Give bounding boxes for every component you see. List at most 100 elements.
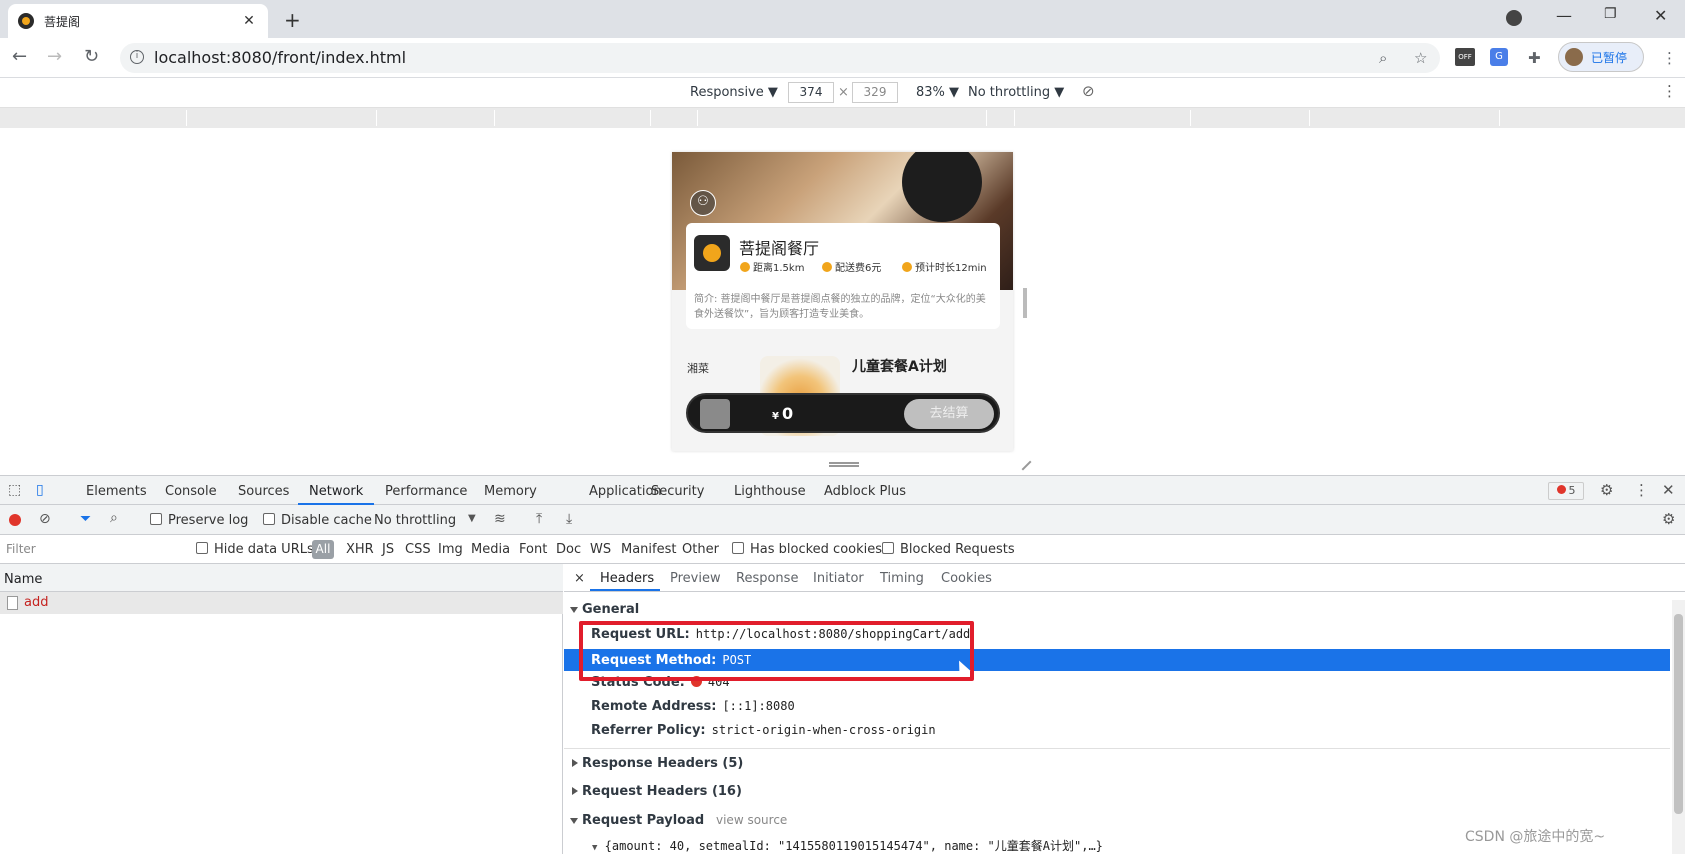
chevron-down-icon[interactable]: ▼ bbox=[468, 513, 476, 524]
tab-console[interactable]: Console bbox=[165, 484, 217, 499]
tab-cookies[interactable]: Cookies bbox=[941, 571, 992, 586]
browser-tab[interactable]: 菩提阁 ✕ bbox=[8, 4, 268, 38]
filter-css[interactable]: CSS bbox=[405, 542, 431, 557]
reload-icon[interactable]: ↻ bbox=[84, 46, 99, 67]
request-payload-toggle[interactable]: Request Payload bbox=[569, 813, 704, 828]
filter-ws[interactable]: WS bbox=[590, 542, 611, 557]
payload-preview[interactable]: ▼ {amount: 40, setmealId: "1415580119015… bbox=[592, 837, 1103, 854]
request-name[interactable]: add bbox=[24, 595, 48, 610]
device-toggle-icon[interactable]: ▯ bbox=[36, 482, 44, 498]
filter-img[interactable]: Img bbox=[438, 542, 463, 557]
filter-xhr[interactable]: XHR bbox=[346, 542, 374, 557]
import-har-icon[interactable]: ⤒ bbox=[536, 511, 542, 527]
zoom-select[interactable]: 83% ▼ bbox=[916, 85, 959, 100]
filter-icon[interactable]: ⏷ bbox=[80, 511, 91, 527]
restore-icon[interactable]: ❐ bbox=[1604, 6, 1617, 22]
network-conditions-icon[interactable]: ≋ bbox=[494, 511, 506, 527]
tab-preview[interactable]: Preview bbox=[670, 571, 721, 586]
cart-bar: ¥0 去结算 bbox=[686, 393, 1000, 433]
network-throttling-select[interactable]: No throttling bbox=[374, 513, 456, 528]
filter-input[interactable]: Filter bbox=[6, 542, 36, 556]
tab-adblock-plus[interactable]: Adblock Plus bbox=[824, 484, 906, 499]
tab-performance[interactable]: Performance bbox=[385, 484, 467, 499]
tab-elements[interactable]: Elements bbox=[86, 484, 147, 499]
tab-lighthouse[interactable]: Lighthouse bbox=[734, 484, 806, 499]
new-tab-button[interactable]: + bbox=[284, 8, 301, 32]
extension-off-icon[interactable]: OFF bbox=[1455, 48, 1475, 66]
tab-initiator[interactable]: Initiator bbox=[813, 571, 864, 586]
cart-icon[interactable] bbox=[700, 399, 730, 429]
tab-sources[interactable]: Sources bbox=[238, 484, 289, 499]
site-info-icon[interactable]: i bbox=[130, 50, 144, 64]
tab-response[interactable]: Response bbox=[736, 571, 798, 586]
search-icon[interactable]: ⌕ bbox=[110, 510, 118, 526]
viewport-width-input[interactable]: 374 bbox=[788, 82, 834, 103]
error-count-badge[interactable]: 5 bbox=[1548, 482, 1584, 500]
device-select[interactable]: Responsive ▼ bbox=[690, 85, 778, 100]
rotate-icon[interactable]: ⊘ bbox=[1082, 82, 1095, 100]
tab-memory[interactable]: Memory bbox=[484, 484, 537, 499]
devtools-tabbar: ⬚ ▯ Elements Console Sources Network Per… bbox=[0, 475, 1685, 505]
media-query-bar[interactable] bbox=[0, 108, 1685, 128]
clear-icon[interactable]: ⊘ bbox=[39, 511, 51, 527]
tab-timing[interactable]: Timing bbox=[880, 571, 924, 586]
inspect-element-icon[interactable]: ⬚ bbox=[8, 482, 21, 498]
general-section-toggle[interactable]: General bbox=[569, 602, 639, 617]
settings-gear-icon[interactable]: ⚙ bbox=[1600, 481, 1613, 499]
export-har-icon[interactable]: ⤓ bbox=[566, 511, 572, 527]
devtools-menu-icon[interactable]: ⋮ bbox=[1634, 481, 1649, 499]
hide-data-urls-checkbox[interactable]: Hide data URLs bbox=[196, 542, 314, 557]
tab-search-icon[interactable] bbox=[1506, 10, 1522, 26]
response-headers-toggle[interactable]: Response Headers (5) bbox=[571, 756, 743, 771]
window-close-icon[interactable]: ✕ bbox=[1654, 6, 1667, 25]
dish-name[interactable]: 儿童套餐A计划 bbox=[852, 356, 947, 376]
viewport-height-input[interactable]: 329 bbox=[852, 82, 898, 103]
browser-toolbar: ← → ↻ i localhost:8080/front/index.html … bbox=[0, 38, 1685, 78]
restaurant-card: 菩提阁餐厅 距离1.5km 配送费6元 预计时长12min 简介: 菩提阁中餐厅… bbox=[686, 223, 1000, 329]
extensions-puzzle-icon[interactable]: ✚ bbox=[1528, 49, 1541, 67]
profile-button[interactable]: 已暂停 bbox=[1558, 42, 1644, 72]
minimize-icon[interactable]: — bbox=[1556, 6, 1572, 25]
view-source-link[interactable]: view source bbox=[716, 813, 787, 827]
filter-font[interactable]: Font bbox=[519, 542, 547, 557]
tab-headers[interactable]: Headers bbox=[600, 571, 654, 586]
preserve-log-checkbox[interactable]: Preserve log bbox=[150, 513, 248, 528]
request-detail-tabs: × Headers Preview Response Initiator Tim… bbox=[564, 564, 1685, 592]
record-icon[interactable] bbox=[9, 514, 21, 526]
filter-all[interactable]: All bbox=[312, 540, 334, 559]
close-detail-icon[interactable]: × bbox=[574, 571, 585, 586]
table-row[interactable]: add bbox=[0, 592, 563, 614]
error-icon bbox=[1556, 485, 1566, 494]
checkout-button[interactable]: 去结算 bbox=[904, 399, 994, 429]
filter-js[interactable]: JS bbox=[382, 542, 394, 557]
network-settings-icon[interactable]: ⚙ bbox=[1662, 510, 1675, 528]
throttling-select[interactable]: No throttling ▼ bbox=[968, 85, 1064, 100]
zoom-icon[interactable]: ⌕ bbox=[1379, 49, 1387, 67]
forward-icon[interactable]: → bbox=[47, 46, 62, 67]
filter-doc[interactable]: Doc bbox=[556, 542, 581, 557]
distance-info: 距离1.5km bbox=[740, 259, 804, 274]
back-icon[interactable]: ← bbox=[12, 46, 27, 67]
address-bar[interactable]: i localhost:8080/front/index.html bbox=[120, 43, 1440, 73]
filter-manifest[interactable]: Manifest bbox=[621, 542, 676, 557]
blocked-requests-checkbox[interactable]: Blocked Requests bbox=[882, 542, 1015, 557]
name-column-header[interactable]: Name bbox=[0, 564, 563, 592]
resize-handle[interactable] bbox=[829, 462, 859, 467]
tab-close-icon[interactable]: ✕ bbox=[240, 13, 258, 29]
tab-network[interactable]: Network bbox=[309, 484, 363, 499]
delivery-fee-icon bbox=[822, 262, 832, 272]
bookmark-star-icon[interactable]: ☆ bbox=[1414, 49, 1427, 67]
disable-cache-checkbox[interactable]: Disable cache bbox=[263, 513, 372, 528]
devtools-close-icon[interactable]: ✕ bbox=[1662, 481, 1675, 499]
has-blocked-cookies-checkbox[interactable]: Has blocked cookies bbox=[732, 542, 882, 557]
filter-media[interactable]: Media bbox=[471, 542, 510, 557]
filter-other[interactable]: Other bbox=[682, 542, 719, 557]
device-toolbar-menu-icon[interactable]: ⋮ bbox=[1662, 82, 1677, 100]
detail-scrollbar[interactable] bbox=[1672, 600, 1685, 854]
browser-menu-icon[interactable]: ⋮ bbox=[1662, 49, 1677, 67]
tab-security[interactable]: Security bbox=[651, 484, 704, 499]
category-item[interactable]: 湘菜 bbox=[687, 360, 709, 376]
translate-extension-icon[interactable]: G bbox=[1490, 48, 1508, 66]
user-icon[interactable]: ⚇ bbox=[690, 190, 716, 216]
request-headers-toggle[interactable]: Request Headers (16) bbox=[572, 784, 742, 799]
